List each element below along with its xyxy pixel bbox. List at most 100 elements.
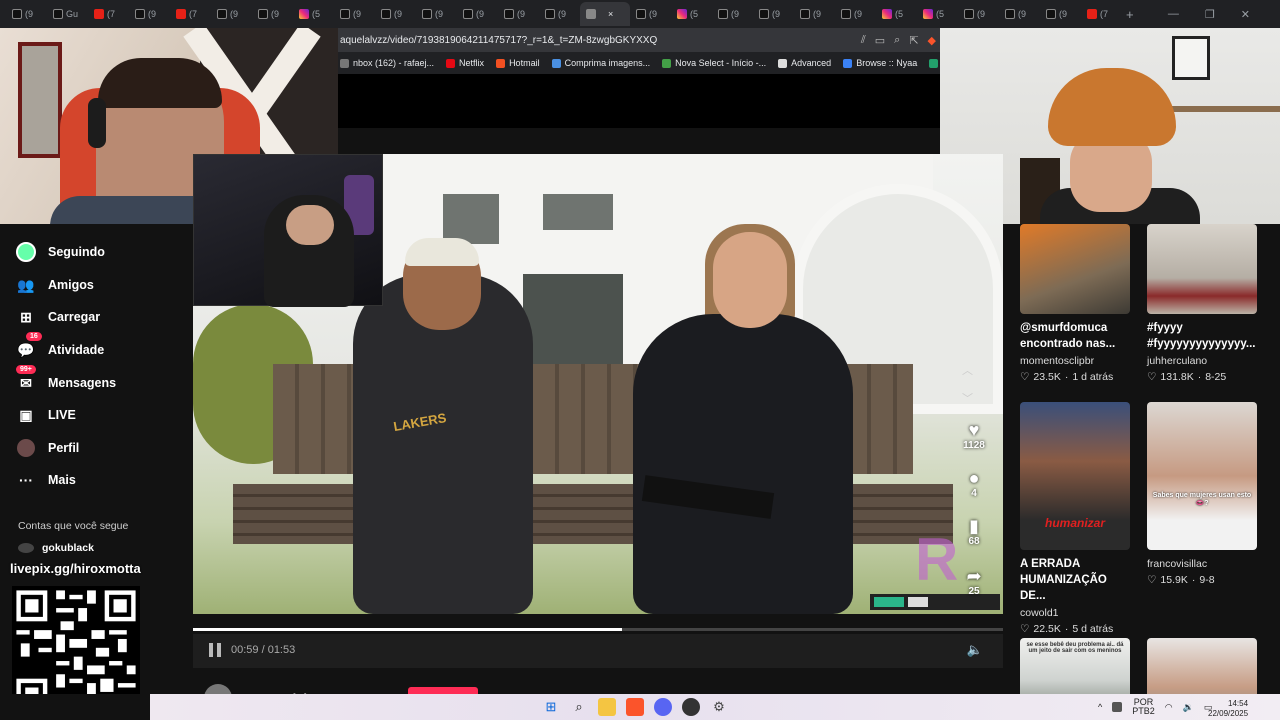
- wifi-icon[interactable]: ◠: [1165, 702, 1173, 713]
- browser-tab[interactable]: (9: [211, 2, 252, 26]
- video-author-name[interactable]: juhherculano: [1147, 355, 1259, 367]
- url-text[interactable]: aquelalvzz/video/7193819064211475717?_r=…: [340, 35, 657, 46]
- bookmark-item[interactable]: nbox (162) - rafaej...: [340, 58, 434, 68]
- sidebar-item-upload[interactable]: ⊞ Carregar: [16, 307, 100, 327]
- video-author-name[interactable]: cowold1: [1020, 607, 1132, 619]
- next-video-chevron-icon[interactable]: ﹀: [962, 390, 973, 406]
- windows-start-icon[interactable]: ⊞: [542, 698, 560, 716]
- video-thumbnail[interactable]: humanizar: [1020, 402, 1130, 550]
- video-thumbnail[interactable]: [1020, 224, 1130, 314]
- media-control-icon[interactable]: ⫽: [861, 34, 866, 47]
- browser-tab[interactable]: (9: [252, 2, 293, 26]
- search-icon[interactable]: ⌕: [570, 698, 588, 716]
- file-explorer-icon[interactable]: [598, 698, 616, 716]
- brave-shield-icon[interactable]: ◆: [928, 34, 936, 47]
- browser-tab[interactable]: (5: [917, 2, 958, 26]
- taskbar-clock[interactable]: 14:54 22/09/2025: [1208, 699, 1248, 719]
- video-thumbnail[interactable]: [1147, 638, 1257, 694]
- browser-tab[interactable]: (9: [835, 2, 876, 26]
- video-thumbnail[interactable]: se esse bebê deu problema ai.. dá um jei…: [1020, 638, 1130, 694]
- video-progress-bar[interactable]: [193, 628, 1003, 631]
- address-bar[interactable]: aquelalvzz/video/7193819064211475717?_r=…: [338, 28, 940, 52]
- video-caption[interactable]: A ERRADA HUMANIZAÇÃO DE...: [1020, 556, 1132, 604]
- watermark-bar: [874, 597, 904, 607]
- browser-tab[interactable]: (5: [671, 2, 712, 26]
- browser-tab[interactable]: (7: [1081, 2, 1122, 26]
- app-icon[interactable]: [682, 698, 700, 716]
- browser-tab[interactable]: (9: [712, 2, 753, 26]
- cast-icon[interactable]: ▭: [875, 34, 885, 47]
- bookmark-item[interactable]: Browse :: Nyaa: [843, 58, 917, 68]
- browser-tab[interactable]: (9: [999, 2, 1040, 26]
- volume-icon[interactable]: 🔈: [967, 642, 983, 658]
- browser-tab[interactable]: (9: [457, 2, 498, 26]
- browser-tab[interactable]: (9: [630, 2, 671, 26]
- browser-tab[interactable]: (9: [794, 2, 835, 26]
- video-caption[interactable]: @smurfdomuca encontrado nas...: [1020, 320, 1132, 352]
- sidebar-item-profile[interactable]: Perfil: [16, 438, 79, 458]
- video-author-name[interactable]: momentosclipbr: [1020, 355, 1132, 367]
- save-button[interactable]: ▮ 68: [960, 516, 988, 547]
- browser-tab[interactable]: (9: [498, 2, 539, 26]
- video-thumbnail[interactable]: [1147, 224, 1257, 314]
- browser-tab[interactable]: (7: [88, 2, 129, 26]
- browser-tab[interactable]: (9: [334, 2, 375, 26]
- bookmark-item[interactable]: Netflix: [446, 58, 484, 68]
- previous-video-chevron-icon[interactable]: ︿: [962, 362, 973, 378]
- video-card[interactable]: Sabes que mujeres usan esto 👄? francovisi…: [1147, 402, 1259, 586]
- tray-overflow-chevron-icon[interactable]: ^: [1098, 702, 1102, 712]
- minimize-button[interactable]: —: [1168, 8, 1179, 20]
- bookmark-item[interactable]: Hotmail: [496, 58, 540, 68]
- pause-button[interactable]: [209, 643, 221, 657]
- browser-tab[interactable]: (9: [539, 2, 580, 26]
- discord-icon[interactable]: [654, 698, 672, 716]
- share-icon[interactable]: ⇱: [909, 34, 918, 47]
- browser-tab[interactable]: (9: [6, 2, 47, 26]
- bookmark-item[interactable]: Enviar Imagem: [929, 58, 940, 68]
- browser-tab[interactable]: (9: [416, 2, 457, 26]
- video-card[interactable]: humanizar A ERRADA HUMANIZAÇÃO DE... cowol…: [1020, 402, 1132, 635]
- settings-gear-icon[interactable]: ⚙: [710, 698, 728, 716]
- bookmark-item[interactable]: Comprima imagens...: [551, 58, 650, 68]
- brave-icon[interactable]: [626, 698, 644, 716]
- video-caption[interactable]: #fyyyy #fyyyyyyyyyyyyyy...: [1147, 320, 1259, 352]
- volume-icon[interactable]: 🔉: [1183, 702, 1194, 713]
- new-tab-button[interactable]: +: [1122, 7, 1134, 22]
- like-button[interactable]: ♥ 1128: [960, 420, 988, 451]
- video-author-name[interactable]: francovisillac: [1147, 558, 1259, 570]
- sidebar-item-activity[interactable]: 💬 16 Atividade: [16, 332, 104, 360]
- browser-tab[interactable]: (9: [1040, 2, 1081, 26]
- clock-time: 14:54: [1228, 699, 1249, 708]
- browser-tab[interactable]: (5: [876, 2, 917, 26]
- video-card[interactable]: @smurfdomuca encontrado nas... momentoscl…: [1020, 224, 1132, 383]
- browser-tab[interactable]: (9: [753, 2, 794, 26]
- sidebar-item-following[interactable]: Seguindo: [16, 242, 105, 262]
- browser-tab[interactable]: (9: [129, 2, 170, 26]
- video-thumbnail[interactable]: Sabes que mujeres usan esto 👄?: [1147, 402, 1257, 550]
- sidebar-item-messages[interactable]: ✉ 99+ Mensagens: [16, 365, 116, 393]
- maximize-button[interactable]: ❐: [1205, 8, 1215, 21]
- bookmark-item[interactable]: Nova Select - Início -...: [662, 58, 766, 68]
- browser-tab[interactable]: (9: [375, 2, 416, 26]
- share-button[interactable]: ➦ 25: [960, 566, 988, 597]
- sidebar-item-live[interactable]: ▣ LIVE: [16, 405, 75, 425]
- browser-tab[interactable]: (7: [170, 2, 211, 26]
- sidebar-item-more[interactable]: ··· Mais: [16, 470, 76, 490]
- following-account-item[interactable]: gokublack: [18, 542, 94, 554]
- browser-tab[interactable]: (5: [293, 2, 334, 26]
- video-card[interactable]: se esse bebê deu problema ai.. dá um jei…: [1020, 638, 1132, 694]
- sidebar-item-friends[interactable]: 👥 Amigos: [16, 275, 94, 295]
- language-indicator[interactable]: POR PTB2: [1132, 698, 1155, 716]
- close-tab-icon[interactable]: ×: [608, 9, 613, 19]
- app-tray-icon[interactable]: [1112, 702, 1123, 712]
- pause-icon: [209, 643, 213, 657]
- video-card[interactable]: [1147, 638, 1259, 694]
- zoom-icon[interactable]: ⌕: [894, 34, 900, 47]
- close-window-button[interactable]: ✕: [1241, 8, 1250, 21]
- bookmark-item[interactable]: Advanced: [778, 58, 831, 68]
- browser-tab[interactable]: ×: [580, 2, 630, 26]
- video-card[interactable]: #fyyyy #fyyyyyyyyyyyyyy... juhherculano ♡ 1…: [1147, 224, 1259, 383]
- browser-tab[interactable]: Gu: [47, 2, 88, 26]
- browser-tab[interactable]: (9: [958, 2, 999, 26]
- comment-button[interactable]: ● 4: [960, 468, 988, 499]
